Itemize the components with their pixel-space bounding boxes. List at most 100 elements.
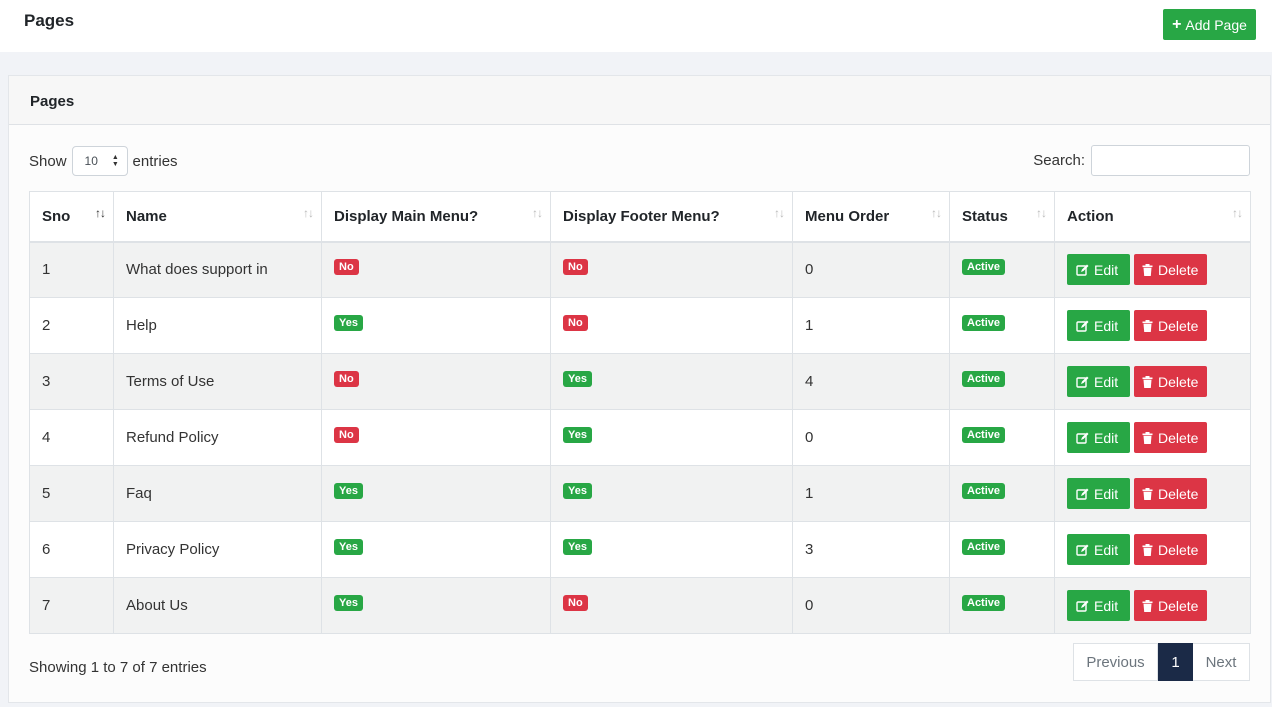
edit-label: Edit — [1094, 261, 1119, 278]
length-control: Show 10 ▲ ▼ entries — [29, 146, 178, 176]
edit-label: Edit — [1094, 597, 1119, 614]
table-info: Showing 1 to 7 of 7 entries — [29, 659, 207, 676]
cell-main-menu: Yes — [321, 465, 551, 522]
main-menu-badge: Yes — [334, 314, 363, 331]
cell-main-menu: No — [321, 241, 551, 298]
edit-icon — [1076, 376, 1089, 388]
cell-menu-order: 0 — [792, 577, 950, 634]
cell-status: Active — [949, 241, 1055, 298]
pages-table: Sno ↑↓ Name ↑↓ Display Main Menu? ↑↓ Display F… — [29, 191, 1251, 634]
card-title: Pages — [30, 93, 75, 110]
cell-action: Edit Delete — [1054, 297, 1251, 354]
delete-button[interactable]: Delete — [1134, 590, 1207, 621]
trash-icon — [1142, 375, 1153, 388]
cell-sno: 5 — [29, 465, 114, 522]
cell-menu-order: 1 — [792, 297, 950, 354]
sort-icon: ↑↓ — [1036, 206, 1047, 220]
cell-footer-menu: No — [550, 297, 793, 354]
cell-main-menu: Yes — [321, 297, 551, 354]
next-button[interactable]: Next — [1193, 643, 1250, 681]
cell-menu-order: 4 — [792, 353, 950, 410]
trash-icon — [1142, 319, 1153, 332]
edit-button[interactable]: Edit — [1067, 478, 1130, 509]
search-input[interactable] — [1091, 145, 1250, 176]
cell-main-menu: No — [321, 353, 551, 410]
column-header-display-footer-menu[interactable]: Display Footer Menu? ↑↓ — [550, 191, 793, 243]
cell-status: Active — [949, 353, 1055, 410]
cell-footer-menu: No — [550, 241, 793, 298]
cell-action: Edit Delete — [1054, 353, 1251, 410]
add-page-button[interactable]: + Add Page — [1163, 9, 1256, 40]
cell-footer-menu: No — [550, 577, 793, 634]
cell-sno: 7 — [29, 577, 114, 634]
edit-label: Edit — [1094, 429, 1119, 446]
entries-select-value: 10 — [84, 154, 98, 168]
main-menu-badge: Yes — [334, 482, 363, 499]
delete-button[interactable]: Delete — [1134, 478, 1207, 509]
status-badge: Active — [962, 370, 1006, 387]
updown-icon: ▲ ▼ — [111, 154, 119, 168]
cell-footer-menu: Yes — [550, 521, 793, 578]
column-header-display-main-menu[interactable]: Display Main Menu? ↑↓ — [321, 191, 551, 243]
edit-icon — [1076, 432, 1089, 444]
table-header-row: Sno ↑↓ Name ↑↓ Display Main Menu? ↑↓ Display F… — [29, 191, 1251, 243]
table-row: 7 About Us Yes No 0 Active Edit Delete — [29, 577, 1251, 634]
cell-action: Edit Delete — [1054, 241, 1251, 298]
edit-button[interactable]: Edit — [1067, 254, 1130, 286]
plus-icon: + — [1172, 15, 1182, 33]
status-badge: Active — [962, 258, 1006, 275]
cell-name: Terms of Use — [113, 353, 322, 410]
edit-button[interactable]: Edit — [1067, 366, 1130, 397]
search-label: Search: — [1033, 152, 1085, 169]
cell-main-menu: Yes — [321, 521, 551, 578]
delete-button[interactable]: Delete — [1134, 534, 1207, 565]
row-actions: Edit Delete — [1067, 310, 1238, 341]
delete-label: Delete — [1158, 429, 1199, 446]
column-header-status[interactable]: Status ↑↓ — [949, 191, 1055, 243]
entries-select[interactable]: 10 ▲ ▼ — [71, 146, 128, 176]
add-page-label: Add Page — [1185, 16, 1247, 33]
edit-label: Edit — [1094, 485, 1119, 502]
edit-label: Edit — [1094, 541, 1119, 558]
table-row: 2 Help Yes No 1 Active Edit Delete — [29, 297, 1251, 354]
show-label: Show — [29, 152, 67, 170]
edit-button[interactable]: Edit — [1067, 310, 1130, 341]
page-1-button[interactable]: 1 — [1158, 643, 1193, 681]
delete-button[interactable]: Delete — [1134, 366, 1207, 397]
cell-status: Active — [949, 297, 1055, 354]
sort-icon: ↑↓ — [1232, 206, 1243, 220]
column-header-label: Sno — [42, 207, 71, 225]
pages-card: Pages Show 10 ▲ ▼ entries Search: Sno ↑↓ Na… — [8, 75, 1271, 703]
edit-button[interactable]: Edit — [1067, 422, 1130, 453]
table-row: 4 Refund Policy No Yes 0 Active Edit Delete — [29, 409, 1251, 466]
delete-label: Delete — [1158, 317, 1199, 334]
column-header-label: Menu Order — [805, 207, 890, 225]
row-actions: Edit Delete — [1067, 366, 1238, 397]
delete-label: Delete — [1158, 541, 1199, 558]
edit-button[interactable]: Edit — [1067, 590, 1130, 621]
cell-name: Privacy Policy — [113, 521, 322, 578]
status-badge: Active — [962, 314, 1006, 331]
delete-button[interactable]: Delete — [1134, 310, 1207, 341]
delete-button[interactable]: Delete — [1134, 254, 1207, 286]
cell-name: Help — [113, 297, 322, 354]
trash-icon — [1142, 599, 1153, 612]
main-menu-badge: No — [334, 426, 359, 443]
sort-icon: ↑↓ — [931, 206, 942, 220]
column-header-action[interactable]: Action ↑↓ — [1054, 191, 1251, 243]
cell-name: About Us — [113, 577, 322, 634]
row-actions: Edit Delete — [1067, 478, 1238, 509]
table-row: 3 Terms of Use No Yes 4 Active Edit Delete — [29, 353, 1251, 410]
trash-icon — [1142, 487, 1153, 500]
edit-icon — [1076, 264, 1089, 276]
cell-action: Edit Delete — [1054, 465, 1251, 522]
cell-sno: 3 — [29, 353, 114, 410]
delete-button[interactable]: Delete — [1134, 422, 1207, 453]
edit-icon — [1076, 320, 1089, 332]
cell-menu-order: 1 — [792, 465, 950, 522]
edit-button[interactable]: Edit — [1067, 534, 1130, 565]
column-header-sno[interactable]: Sno ↑↓ — [29, 191, 114, 243]
column-header-menu-order[interactable]: Menu Order ↑↓ — [792, 191, 950, 243]
previous-button[interactable]: Previous — [1073, 643, 1158, 681]
column-header-name[interactable]: Name ↑↓ — [113, 191, 322, 243]
